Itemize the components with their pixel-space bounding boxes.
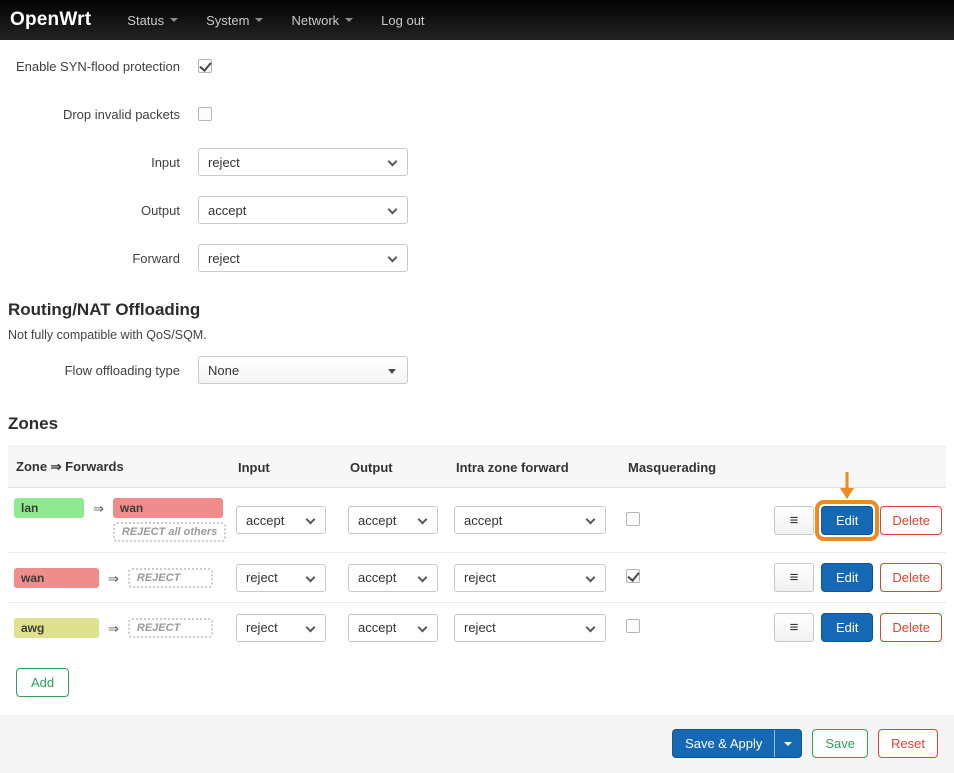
chevron-down-icon [418, 572, 428, 582]
output-policy-select[interactable]: accept [198, 196, 408, 224]
delete-button[interactable]: Delete [880, 506, 942, 535]
zone-input-select[interactable]: accept [236, 506, 326, 534]
nav-item-network[interactable]: Network [277, 0, 367, 40]
add-zone-button[interactable]: Add [16, 668, 69, 697]
form-row-forward: Forward reject [8, 244, 946, 272]
zone-intra-select[interactable]: reject [454, 564, 606, 592]
save-button[interactable]: Save [812, 729, 868, 758]
zone-badge-wan-target: wan [113, 498, 223, 518]
zone-badge-wan: wan [14, 568, 99, 588]
zone-input-select[interactable]: reject [236, 564, 326, 592]
top-navbar: OpenWrt Status System Network Log out [0, 0, 954, 40]
hamburger-icon: ≡ [790, 512, 799, 529]
forwards-arrow: ⇒ [93, 498, 104, 517]
chevron-down-icon [306, 515, 316, 525]
row-menu-button[interactable]: ≡ [774, 506, 814, 535]
form-row-input: Input reject [8, 148, 946, 176]
chevron-down-icon [306, 572, 316, 582]
form-row-output: Output accept [8, 196, 946, 224]
zone-output-select[interactable]: accept [348, 564, 438, 592]
row-menu-button[interactable]: ≡ [774, 563, 814, 592]
field-label: Output [8, 203, 198, 218]
field-label: Input [8, 155, 198, 170]
chevron-down-icon [586, 515, 596, 525]
brand-logo[interactable]: OpenWrt [10, 9, 91, 31]
fallback-policy-badge: REJECT [128, 568, 213, 588]
masquerading-checkbox[interactable] [626, 619, 640, 633]
zone-badge-awg: awg [14, 618, 99, 638]
chevron-down-icon [388, 205, 398, 215]
zones-table: Zone ⇒ Forwards Input Output Intra zone … [8, 446, 946, 652]
chevron-down-icon [418, 622, 428, 632]
save-apply-dropdown-toggle[interactable] [774, 730, 801, 757]
zone-output-select[interactable]: accept [348, 614, 438, 642]
section-title-zones: Zones [8, 414, 946, 434]
field-label: Drop invalid packets [8, 107, 198, 122]
chevron-down-icon [306, 622, 316, 632]
zone-intra-select[interactable]: reject [454, 614, 606, 642]
field-label: Forward [8, 251, 198, 266]
delete-button[interactable]: Delete [880, 563, 942, 592]
input-policy-select[interactable]: reject [198, 148, 408, 176]
col-header-zone-forwards: Zone ⇒ Forwards [14, 459, 236, 475]
caret-down-icon [170, 18, 178, 22]
section-title-offloading: Routing/NAT Offloading [8, 300, 946, 320]
zone-input-select[interactable]: reject [236, 614, 326, 642]
footer-action-bar: Save & Apply Save Reset [0, 715, 954, 773]
zone-intra-select[interactable]: accept [454, 506, 606, 534]
masquerading-checkbox[interactable] [626, 569, 640, 583]
col-header-intra: Intra zone forward [454, 460, 626, 475]
chevron-down-icon [388, 157, 398, 167]
edit-button[interactable]: Edit [821, 563, 873, 592]
chevron-down-icon [418, 515, 428, 525]
zone-row-wan: wan ⇒ REJECT reject accept reject ≡ Edit… [8, 553, 946, 603]
drop-invalid-checkbox[interactable] [198, 107, 212, 121]
forwards-arrow: ⇒ [108, 568, 119, 587]
caret-down-icon [388, 369, 396, 374]
nav-item-system[interactable]: System [192, 0, 277, 40]
forwards-arrow: ⇒ [108, 618, 119, 637]
nav-item-status[interactable]: Status [113, 0, 192, 40]
field-label: Enable SYN-flood protection [8, 59, 198, 74]
syn-flood-checkbox[interactable] [198, 59, 212, 73]
caret-down-icon [784, 742, 792, 746]
field-label: Flow offloading type [8, 363, 198, 378]
edit-button[interactable]: Edit [821, 613, 873, 642]
chevron-down-icon [586, 572, 596, 582]
save-apply-button[interactable]: Save & Apply [672, 729, 802, 758]
zone-output-select[interactable]: accept [348, 506, 438, 534]
hamburger-icon: ≡ [790, 569, 799, 586]
reset-button[interactable]: Reset [878, 729, 938, 758]
form-row-syn-flood: Enable SYN-flood protection [8, 52, 946, 80]
hamburger-icon: ≡ [790, 619, 799, 636]
delete-button[interactable]: Delete [880, 613, 942, 642]
fallback-policy-badge: REJECT all others [113, 522, 226, 542]
fallback-policy-badge: REJECT [128, 618, 213, 638]
caret-down-icon [255, 18, 263, 22]
col-header-input: Input [236, 460, 348, 475]
forward-policy-select[interactable]: reject [198, 244, 408, 272]
zone-row-awg: awg ⇒ REJECT reject accept reject ≡ Edit… [8, 603, 946, 652]
col-header-masquerading: Masquerading [626, 460, 774, 475]
form-row-drop-invalid: Drop invalid packets [8, 100, 946, 128]
zone-row-lan: lan ⇒ wan REJECT all others accept accep… [8, 488, 946, 553]
zone-badge-lan: lan [14, 498, 84, 518]
flow-offloading-select[interactable]: None [198, 356, 408, 384]
caret-down-icon [345, 18, 353, 22]
nav-item-logout[interactable]: Log out [367, 0, 438, 40]
offloading-description: Not fully compatible with QoS/SQM. [8, 328, 946, 342]
chevron-down-icon [586, 622, 596, 632]
row-menu-button[interactable]: ≡ [774, 613, 814, 642]
masquerading-checkbox[interactable] [626, 512, 640, 526]
chevron-down-icon [388, 253, 398, 263]
edit-button[interactable]: Edit [821, 506, 873, 535]
zones-table-header: Zone ⇒ Forwards Input Output Intra zone … [8, 446, 946, 488]
col-header-output: Output [348, 460, 454, 475]
form-row-flow-offloading: Flow offloading type None [8, 356, 946, 384]
